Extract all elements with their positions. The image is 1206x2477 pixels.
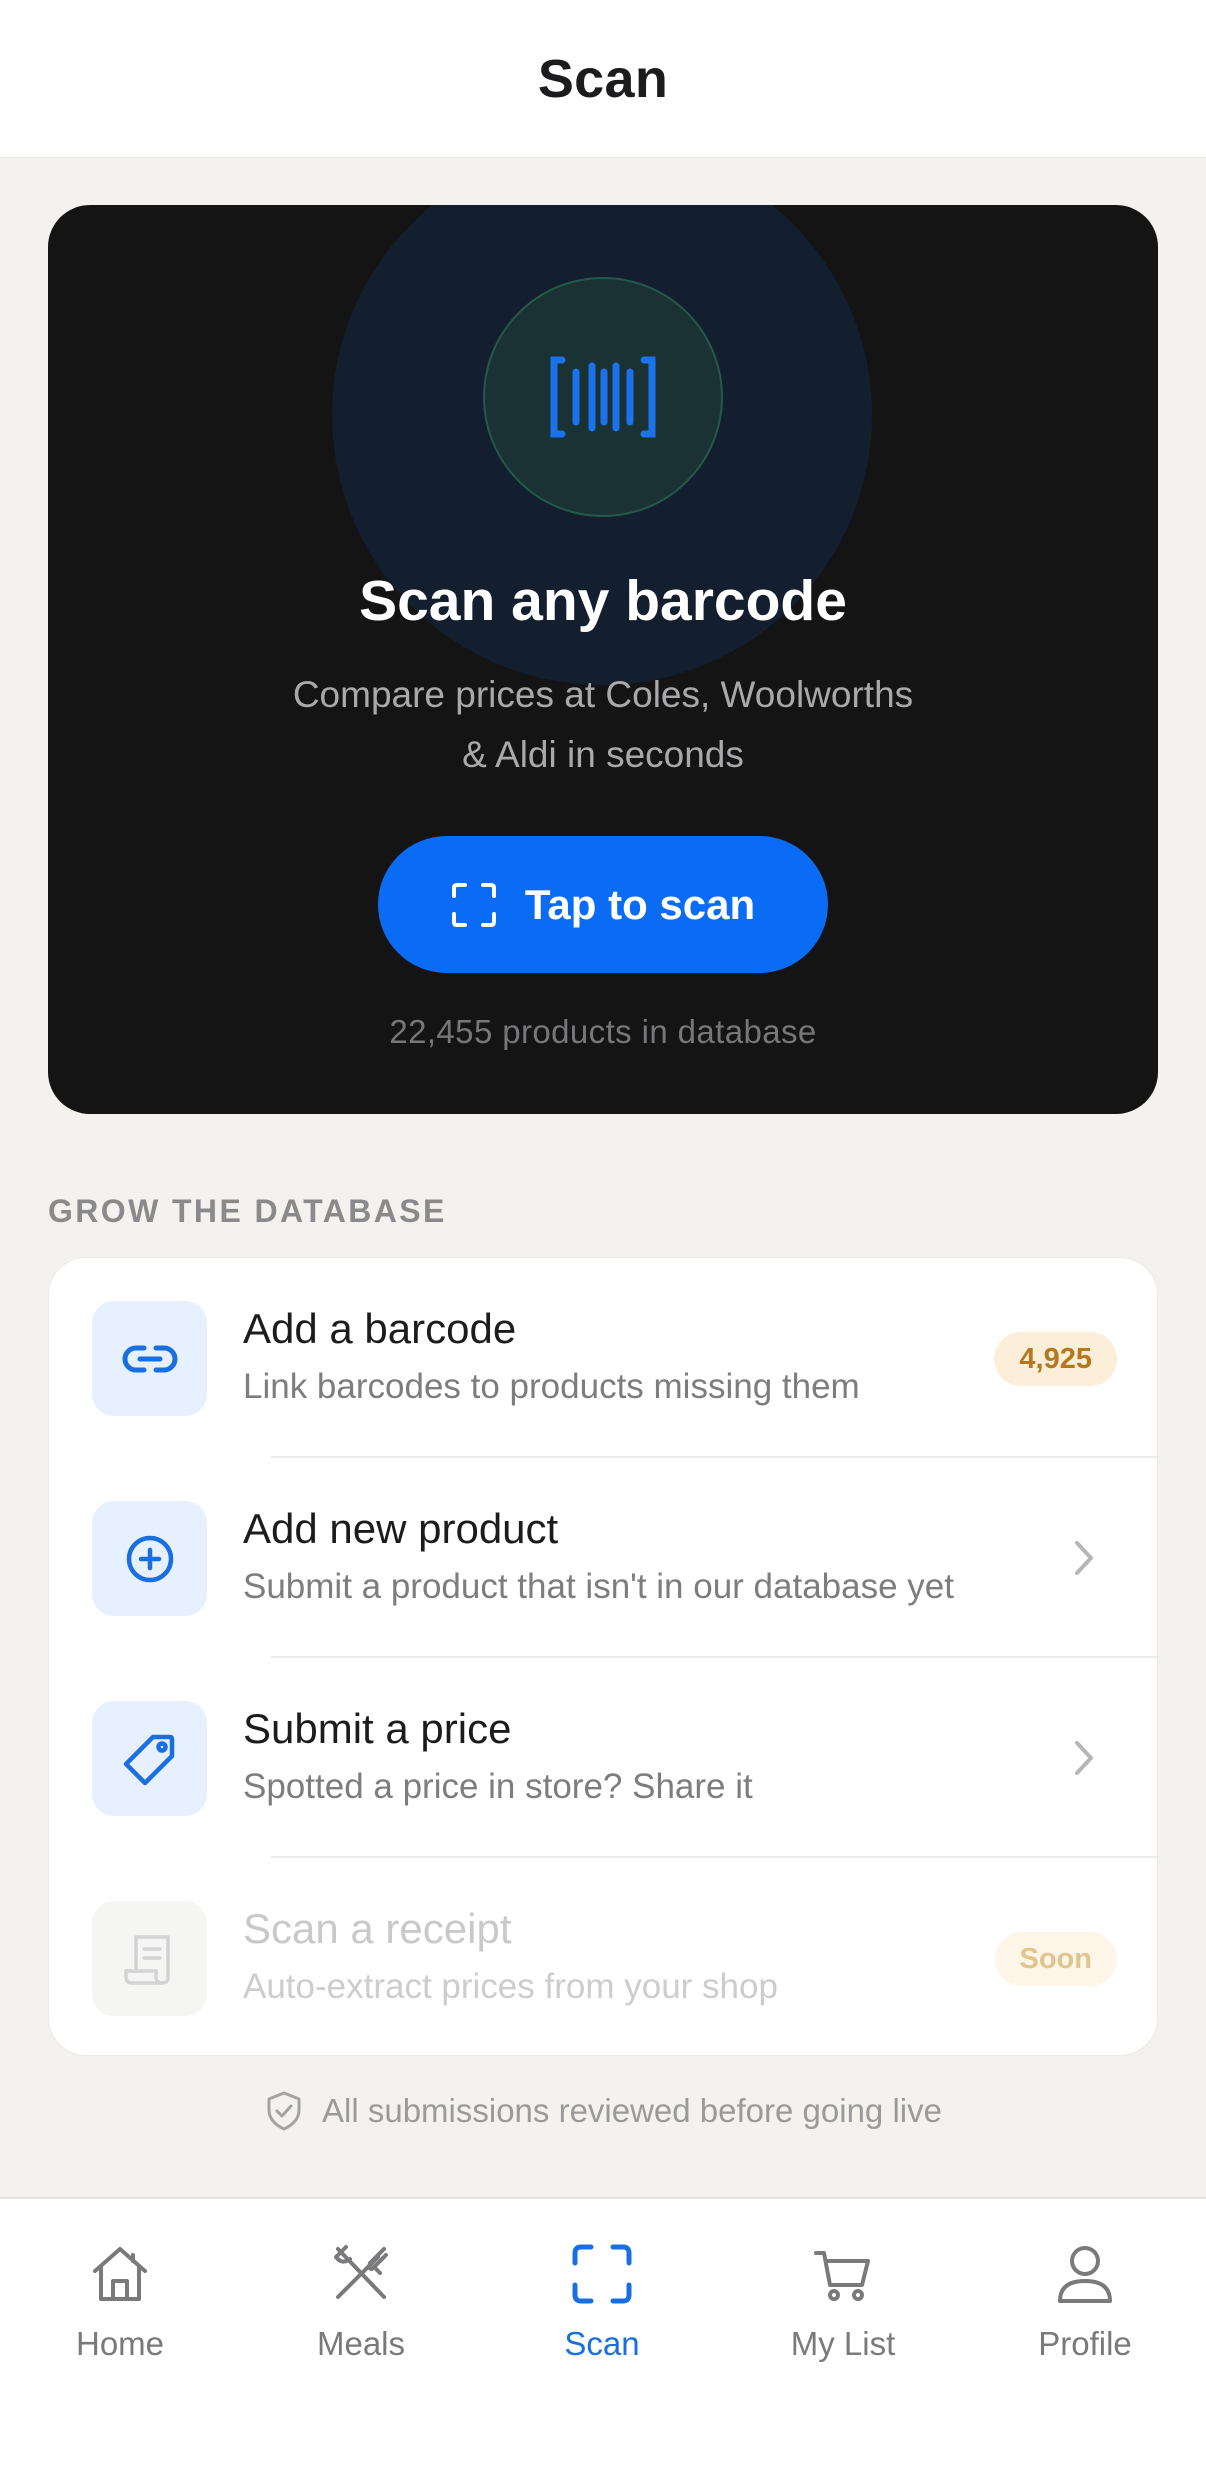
row-subtitle: Link barcodes to products missing them [243, 1367, 860, 1406]
tab-label: Scan [564, 2325, 640, 2362]
hero-subtitle: Compare prices at Coles, Woolworths & Al… [253, 665, 953, 785]
list-item-add-barcode[interactable]: Add a barcode Link barcodes to products … [49, 1258, 1157, 1458]
scan-frame-icon [451, 882, 496, 927]
barcode-icon-badge [483, 277, 723, 517]
plus-circle-icon [126, 1535, 173, 1582]
product-count: 22,455 products in database [389, 1013, 817, 1050]
tab-label: Profile [1038, 2325, 1132, 2362]
top-bar: Scan [0, 0, 1206, 158]
review-notice: All submissions reviewed before going li… [0, 2090, 1206, 2132]
list-item-submit-price[interactable]: Submit a price Spotted a price in store?… [49, 1658, 1157, 1858]
price-tag-icon-tile [92, 1701, 207, 1816]
link-icon-tile [92, 1301, 207, 1416]
plus-circle-icon-tile [92, 1501, 207, 1616]
chevron-right-icon [1064, 1538, 1104, 1578]
tap-to-scan-label: Tap to scan [524, 880, 756, 928]
row-subtitle: Auto-extract prices from your shop [243, 1967, 778, 2006]
list-item-add-new-product[interactable]: Add new product Submit a product that is… [49, 1458, 1157, 1658]
scan-frame-icon [569, 2241, 635, 2307]
missing-barcodes-count-badge: 4,925 [994, 1332, 1117, 1386]
row-title: Add a barcode [243, 1305, 517, 1352]
page-title: Scan [537, 48, 669, 109]
tap-to-scan-button[interactable]: Tap to scan [378, 836, 828, 973]
tab-label: Home [75, 2325, 165, 2362]
link-icon [122, 1345, 177, 1372]
home-icon [87, 2241, 153, 2307]
tab-home[interactable]: Home [20, 2241, 220, 2381]
barcode-icon [550, 356, 656, 438]
hero-subtitle-line1: Compare prices at Coles, Woolworths [292, 674, 914, 715]
hero-subtitle-line2: & Aldi in seconds [462, 734, 744, 775]
price-tag-icon [123, 1734, 174, 1785]
review-notice-text: All submissions reviewed before going li… [322, 2092, 942, 2129]
utensils-icon [328, 2241, 394, 2307]
list-item-scan-receipt: Scan a receipt Auto-extract prices from … [49, 1858, 1157, 2055]
tab-my-list[interactable]: My List [743, 2241, 943, 2381]
grow-database-card: Add a barcode Link barcodes to products … [48, 1257, 1158, 2056]
row-title: Submit a price [243, 1705, 512, 1752]
chevron-right-icon [1064, 1738, 1104, 1778]
section-label-grow-database: GROW THE DATABASE [48, 1193, 447, 1229]
receipt-icon-tile [92, 1901, 207, 2016]
tab-label: Meals [316, 2325, 406, 2362]
row-title: Scan a receipt [243, 1905, 512, 1952]
receipt-icon [123, 1934, 170, 1985]
cart-icon [810, 2241, 876, 2307]
tab-profile[interactable]: Profile [985, 2241, 1185, 2381]
tab-meals[interactable]: Meals [261, 2241, 461, 2381]
coming-soon-badge: Soon [994, 1932, 1117, 1986]
row-subtitle: Submit a product that isn't in our datab… [243, 1567, 954, 1606]
row-subtitle: Spotted a price in store? Share it [243, 1767, 753, 1806]
scan-hero-card: Scan any barcode Compare prices at Coles… [48, 205, 1158, 1114]
tab-label: My List [790, 2325, 896, 2362]
shield-check-icon [267, 2091, 301, 2131]
tab-scan[interactable]: Scan [502, 2241, 702, 2381]
row-title: Add new product [243, 1505, 559, 1552]
hero-title: Scan any barcode [359, 569, 847, 633]
user-icon [1052, 2241, 1118, 2307]
bottom-tab-bar: Home Meals Scan My List Profile [0, 2197, 1206, 2477]
